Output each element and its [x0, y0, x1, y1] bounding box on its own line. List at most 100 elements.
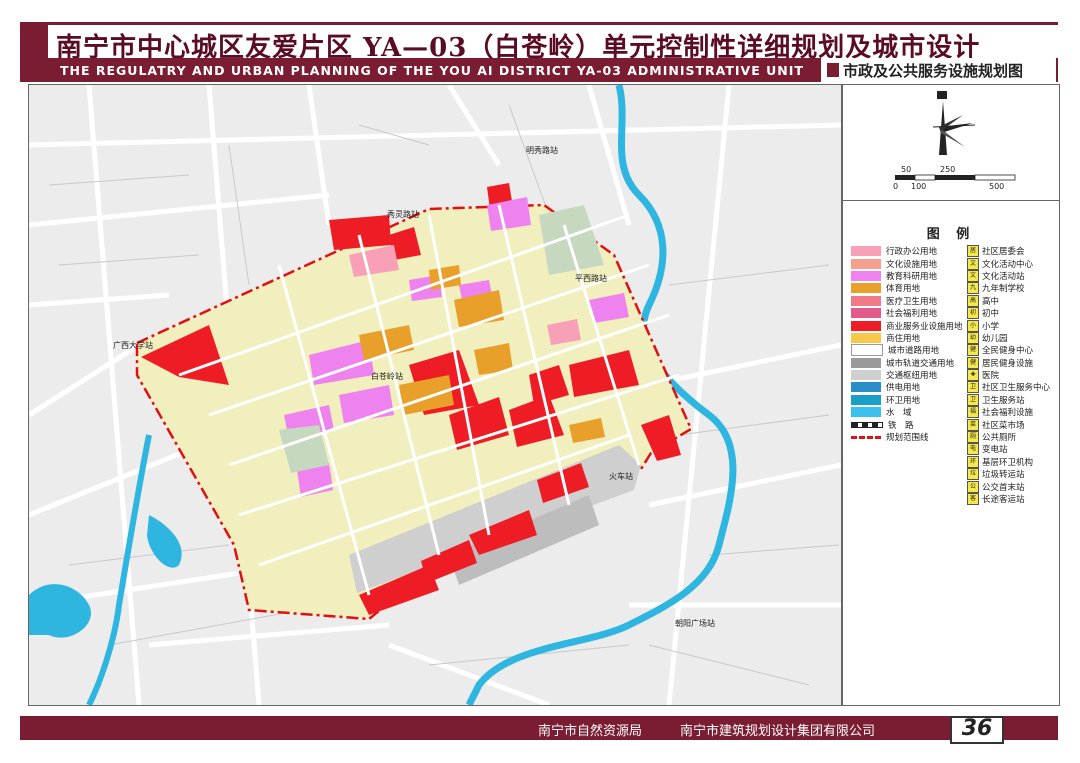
scale-label-50: 50 [901, 165, 912, 174]
facility-icon: 小 [967, 319, 979, 332]
facility-icon: ✚ [967, 369, 979, 382]
station-label-mingxiu: 明秀路站 [526, 146, 558, 155]
legend-swatch [851, 344, 883, 357]
legend-label: 公共厕所 [982, 433, 1017, 444]
legend-swatch [851, 394, 881, 405]
legend-label: 医疗卫生用地 [886, 296, 938, 307]
facility-icon: 厕 [967, 431, 979, 444]
facility-icon: 健 [967, 344, 979, 357]
legend-label: 高中 [982, 296, 1000, 307]
legend-label: 全民健身中心 [982, 346, 1034, 357]
legend-label: 规划范围线 [886, 433, 929, 444]
facility-icon: 公 [967, 480, 979, 493]
footer-bar: 南宁市自然资源局 南宁市建筑规划设计集团有限公司 36 [20, 716, 1058, 744]
legend-facility-item: 厕公共厕所 [967, 431, 1059, 444]
legend-label: 城市轨道交通用地 [886, 358, 955, 369]
facility-icon: 文 [967, 257, 979, 270]
facility-icon: 垃 [967, 468, 979, 481]
legend-label: 社区菜市场 [982, 420, 1025, 431]
legend-facility-item: 健全民健身中心 [967, 344, 1059, 357]
legend-landuse-item: 供电用地 [851, 381, 971, 393]
station-label-xiuling: 秀灵路站 [387, 210, 419, 219]
legend-label: 垃圾转运站 [982, 470, 1025, 481]
lake-west [29, 584, 91, 638]
legend-landuse-item: 铁 路 [851, 418, 971, 431]
legend-landuse-item: 交通枢纽用地 [851, 369, 971, 381]
legend-label: 初中 [982, 309, 1000, 320]
legend-facility-item: 文文化活动站 [967, 269, 1059, 282]
legend-swatch [851, 295, 881, 306]
facility-icon: 福 [967, 406, 979, 419]
page-number: 36 [950, 716, 1004, 744]
legend-label: 社会福利用地 [886, 309, 938, 320]
legend-landuse-item: 规划范围线 [851, 431, 971, 443]
map-name-marker [827, 63, 839, 77]
legend-facility-item: 居社区居委会 [967, 245, 1059, 258]
scale-label-100: 100 [911, 182, 927, 191]
facility-icon: 健 [967, 356, 979, 369]
legend-swatch [851, 308, 881, 319]
legend-facility-item: ✚ 医院 [967, 369, 1059, 382]
legend-label: 社区卫生服务中心 [982, 383, 1051, 394]
legend-landuse-item: 教育科研用地 [851, 270, 971, 282]
legend-landuse-item: 商业服务业设施用地 [851, 319, 971, 332]
facility-icon: 电 [967, 443, 979, 456]
legend-label: 文化活动中心 [982, 259, 1034, 270]
map-name: 市政及公共服务设施规划图 [843, 62, 1024, 80]
legend-label: 文化设施用地 [886, 259, 938, 270]
legend-facility-item: 客长途客运站 [967, 493, 1059, 505]
legend-label: 幼儿园 [982, 333, 1008, 344]
station-label-baicangling: 白苍岭站 [371, 372, 403, 381]
footer-org-2: 南宁市建筑规划设计集团有限公司 [680, 724, 876, 739]
legend-swatch [851, 258, 881, 269]
facility-icon: 九 [967, 282, 979, 295]
legend-facility-item: 卫社区卫生服务中心 [967, 381, 1059, 394]
legend-landuse-item: 社会福利用地 [851, 307, 971, 319]
facility-icon: 环 [967, 455, 979, 468]
facility-icon: 初 [967, 307, 979, 320]
legend-facility-item: 文文化活动中心 [967, 257, 1059, 270]
legend-label: 城市道路用地 [888, 346, 940, 357]
legend-title: 图 例 [926, 227, 976, 242]
facility-icon: 客 [967, 493, 979, 505]
legend-label: 水 域 [886, 408, 912, 419]
legend-landuse-item: 城市轨道交通用地 [851, 357, 971, 369]
subtitle-bar: THE REGULATRY AND URBAN PLANNING OF THE … [20, 58, 1058, 82]
legend-swatch [851, 370, 881, 381]
legend-swatch [851, 246, 881, 257]
legend-label: 医院 [982, 371, 1000, 382]
legend-facility-item: 福社会福利设施 [967, 406, 1059, 419]
legend-facility-list: 居社区居委会文文化活动中心文文化活动站九九年制学校高高中初初中小小学幼幼儿园健全… [967, 245, 1059, 505]
legend-facility-item: 卫卫生服务站 [967, 393, 1059, 406]
legend-facility-item: 高高中 [967, 294, 1059, 307]
legend-label: 公交首末站 [982, 482, 1025, 493]
legend-landuse-list: 行政办公用地 文化设施用地 教育科研用地 体育用地 医疗卫生用地 社会福利用地 商业服务业设… [851, 245, 971, 443]
scale-label-500: 500 [989, 182, 1005, 191]
legend-landuse-item: 水 域 [851, 406, 971, 418]
legend-swatch [851, 320, 881, 331]
legend-facility-item: 环基层环卫机构 [967, 455, 1059, 468]
legend-landuse-item: 商住用地 [851, 332, 971, 344]
lake [147, 515, 182, 568]
map-name-box: 市政及公共服务设施规划图 [821, 58, 1056, 82]
english-subtitle: THE REGULATRY AND URBAN PLANNING OF THE … [60, 63, 804, 78]
legend-label: 文化活动站 [982, 271, 1025, 282]
green-space [539, 205, 604, 275]
map-svg [29, 85, 841, 705]
legend-swatch [851, 421, 883, 428]
station-label-railway: 火车站 [609, 472, 633, 481]
legend-landuse-item: 文化设施用地 [851, 257, 971, 270]
legend-facility-item: 健居民健身设施 [967, 356, 1059, 369]
legend-label: 变电站 [982, 445, 1008, 456]
station-label-guangxi-univ: 广西大学站 [113, 341, 153, 350]
legend-facility-item: 九九年制学校 [967, 282, 1059, 295]
legend-swatch [851, 407, 881, 418]
legend-label: 供电用地 [886, 383, 921, 394]
legend-label: 交通枢纽用地 [886, 371, 938, 382]
map-canvas[interactable]: 明秀路站 秀灵路站 广西大学站 白苍岭站 火车站 朝阳广场站 平西路站 [28, 84, 842, 706]
facility-icon: 高 [967, 294, 979, 307]
legend-swatch [851, 283, 881, 294]
legend-landuse-item: 体育用地 [851, 282, 971, 294]
facility-icon: 菜 [967, 418, 979, 431]
legend-swatch [851, 435, 881, 439]
